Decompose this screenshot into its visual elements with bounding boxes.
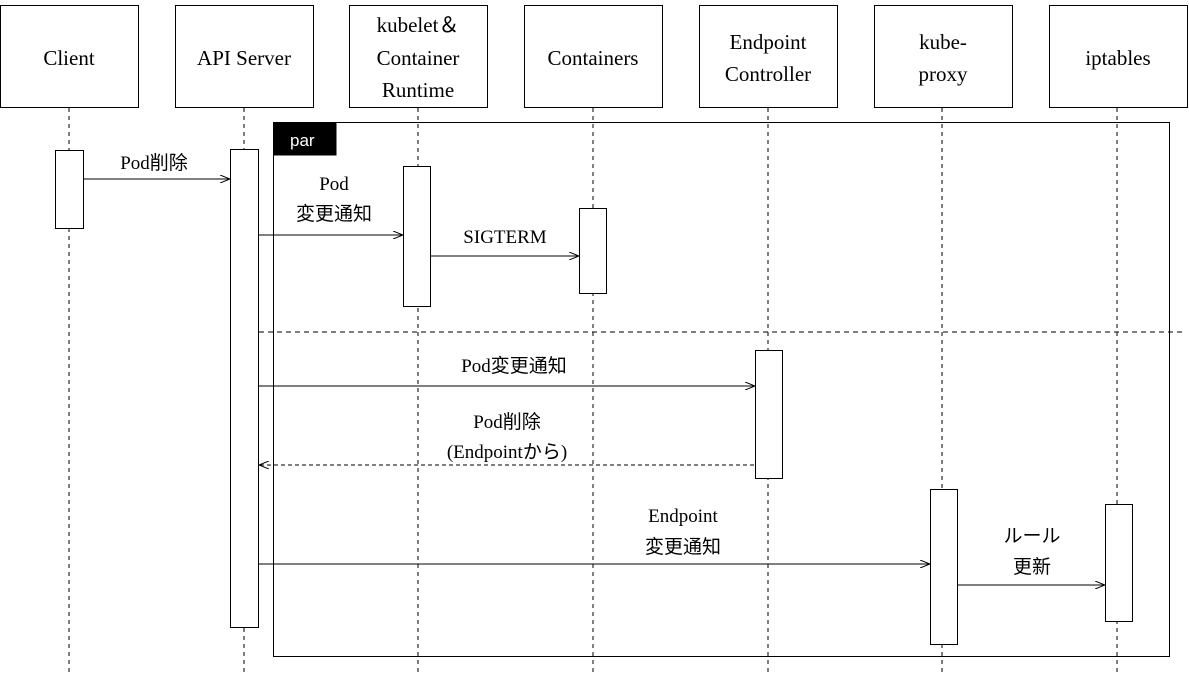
activation-kubelet <box>403 166 431 307</box>
participant-label-line: Runtime <box>382 78 454 102</box>
message-label: Pod変更通知 <box>461 355 567 377</box>
message-client-delete-pod: Pod削除 <box>84 152 229 179</box>
participant-label-line: Controller <box>725 62 811 86</box>
message-pod-change-to-endpoint: Pod変更通知 <box>259 355 754 386</box>
participant-label-line: Endpoint <box>730 30 807 54</box>
activations <box>55 149 1133 645</box>
participant-box <box>874 5 1013 108</box>
activation-client <box>55 150 84 229</box>
participant-endpoint-controller: Endpoint Controller <box>699 5 838 108</box>
message-label-line: 変更通知 <box>296 203 372 225</box>
activation-kube-proxy <box>930 489 958 645</box>
participant-label: iptables <box>1085 46 1150 70</box>
message-label: SIGTERM <box>463 227 547 248</box>
participant-label-line: proxy <box>919 62 968 86</box>
participant-kubelet: kubelet＆ Container Runtime <box>349 5 488 108</box>
participant-label-line: kubelet＆ <box>377 13 460 37</box>
participant-label: API Server <box>197 46 291 70</box>
message-endpoint-change-to-proxy: Endpoint 変更通知 <box>259 506 929 564</box>
message-label-line: Endpoint <box>648 506 718 527</box>
participant-box <box>699 5 838 108</box>
participant-client: Client <box>0 5 139 108</box>
participant-iptables: iptables <box>1049 5 1188 108</box>
par-fragment-operator: par <box>290 131 315 150</box>
activation-endpoint-controller <box>755 350 783 479</box>
message-label: Pod削除 <box>120 152 188 174</box>
participant-label-line: kube- <box>919 30 967 54</box>
message-rule-update: ルール 更新 <box>958 526 1104 585</box>
participant-label-line: Container <box>377 46 460 70</box>
message-sigterm: SIGTERM <box>431 227 578 256</box>
participant-label: Client <box>43 46 94 70</box>
message-label-line: Pod削除 <box>473 411 541 433</box>
message-remove-from-endpoint: Pod削除 (Endpointから) <box>260 411 754 465</box>
participant-containers: Containers <box>524 5 663 108</box>
activation-containers <box>579 208 607 294</box>
message-label-line: Pod <box>319 174 349 195</box>
message-label-line: ルール <box>1003 526 1060 547</box>
participant-kube-proxy: kube- proxy <box>874 5 1013 108</box>
participant-api-server: API Server <box>175 5 314 108</box>
message-label-line: 変更通知 <box>645 536 721 558</box>
message-label-line: (Endpointから) <box>447 442 567 463</box>
activation-api-server <box>230 149 259 628</box>
lifelines <box>68 108 1118 675</box>
participant-label: Containers <box>548 46 639 70</box>
activation-iptables <box>1105 504 1133 622</box>
message-label-line: 更新 <box>1013 556 1051 578</box>
sequence-diagram: Client API Server kubelet＆ Container Run… <box>0 5 1188 675</box>
message-pod-change-to-kubelet: Pod 変更通知 <box>259 174 402 235</box>
